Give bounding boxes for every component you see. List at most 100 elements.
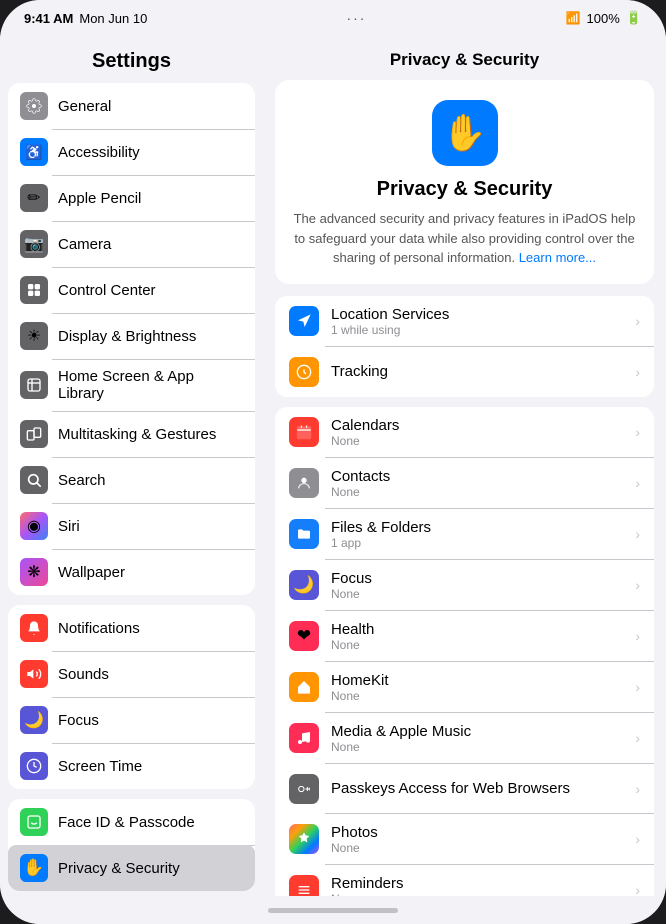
health-text: Health None — [331, 621, 631, 652]
list-item-reminders[interactable]: Reminders None › — [275, 865, 654, 897]
multitasking-icon — [20, 420, 48, 448]
sidebar-item-search[interactable]: Search — [8, 457, 255, 503]
status-bar: 9:41 AM Mon Jun 10 ··· 📶 100% 🔋 — [0, 0, 666, 36]
sidebar-item-siri[interactable]: ◉ Siri — [8, 503, 255, 549]
sidebar-item-privacy-security[interactable]: ✋ Privacy & Security — [8, 845, 255, 891]
homekit-text: HomeKit None — [331, 672, 631, 703]
display-icon: ☀ — [20, 322, 48, 350]
sidebar-label-screen-time: Screen Time — [58, 758, 142, 775]
homekit-chevron: › — [635, 679, 640, 695]
sounds-icon — [20, 660, 48, 688]
home-screen-icon — [20, 371, 48, 399]
files-folders-label: Files & Folders — [331, 519, 631, 536]
list-item-homekit[interactable]: HomeKit None › — [275, 662, 654, 713]
list-item-calendars[interactable]: Calendars None › — [275, 407, 654, 458]
reminders-sublabel: None — [331, 892, 631, 897]
battery-icon: 🔋 — [626, 10, 642, 26]
sidebar-item-screen-time[interactable]: Screen Time — [8, 743, 255, 789]
sidebar-item-home-screen[interactable]: Home Screen & App Library — [8, 359, 255, 411]
sidebar-group-3: Face ID & Passcode ✋ Privacy & Security — [8, 799, 255, 891]
sidebar-item-face-id[interactable]: Face ID & Passcode — [8, 799, 255, 845]
sidebar-item-control-center[interactable]: Control Center — [8, 267, 255, 313]
home-bar — [268, 908, 398, 913]
contacts-sublabel: None — [331, 485, 631, 499]
sidebar-label-notifications: Notifications — [58, 620, 140, 637]
sidebar-item-wallpaper[interactable]: ❋ Wallpaper — [8, 549, 255, 595]
right-panel: Privacy & Security ✋ Privacy & Security … — [263, 36, 666, 896]
sidebar-item-notifications[interactable]: Notifications — [8, 605, 255, 651]
sidebar: Settings General ♿ Accessibility — [0, 36, 263, 896]
list-item-passkeys[interactable]: Passkeys Access for Web Browsers › — [275, 764, 654, 814]
list-item-location-services[interactable]: Location Services 1 while using › — [275, 296, 654, 347]
calendars-sublabel: None — [331, 434, 631, 448]
list-item-tracking[interactable]: Tracking › — [275, 347, 654, 397]
photos-chevron: › — [635, 831, 640, 847]
list-item-photos[interactable]: Photos None › — [275, 814, 654, 865]
apple-pencil-icon: ✏ — [20, 184, 48, 212]
sidebar-item-multitasking[interactable]: Multitasking & Gestures — [8, 411, 255, 457]
battery-status: 100% — [587, 11, 620, 26]
reminders-chevron: › — [635, 882, 640, 896]
homekit-icon — [289, 672, 319, 702]
list-item-media-music[interactable]: Media & Apple Music None › — [275, 713, 654, 764]
health-sublabel: None — [331, 638, 631, 652]
status-date: Mon Jun 10 — [79, 11, 147, 26]
privacy-security-icon: ✋ — [20, 854, 48, 882]
wallpaper-icon: ❋ — [20, 558, 48, 586]
files-folders-sublabel: 1 app — [331, 536, 631, 550]
sidebar-item-focus[interactable]: 🌙 Focus — [8, 697, 255, 743]
list-item-focus-r[interactable]: 🌙 Focus None › — [275, 560, 654, 611]
photos-icon — [289, 824, 319, 854]
sidebar-label-general: General — [58, 98, 111, 115]
camera-icon: 📷 — [20, 230, 48, 258]
files-folders-text: Files & Folders 1 app — [331, 519, 631, 550]
sidebar-item-accessibility[interactable]: ♿ Accessibility — [8, 129, 255, 175]
device-frame: 9:41 AM Mon Jun 10 ··· 📶 100% 🔋 Settings — [0, 0, 666, 924]
passkeys-chevron: › — [635, 781, 640, 797]
location-services-sublabel: 1 while using — [331, 323, 631, 337]
status-right: 📶 100% 🔋 — [566, 10, 642, 26]
sidebar-label-accessibility: Accessibility — [58, 144, 140, 161]
sidebar-group-2: Notifications Sounds 🌙 Focus — [8, 605, 255, 789]
sidebar-item-general[interactable]: General — [8, 83, 255, 129]
reminders-label: Reminders — [331, 875, 631, 892]
list-item-contacts[interactable]: Contacts None › — [275, 458, 654, 509]
wifi-icon: 📶 — [566, 11, 581, 25]
accessibility-icon: ♿ — [20, 138, 48, 166]
homekit-sublabel: None — [331, 689, 631, 703]
general-icon — [20, 92, 48, 120]
sidebar-item-display[interactable]: ☀ Display & Brightness — [8, 313, 255, 359]
learn-more-link[interactable]: Learn more... — [519, 250, 596, 265]
privacy-card-icon: ✋ — [432, 100, 498, 166]
location-services-icon — [289, 306, 319, 336]
tracking-label: Tracking — [331, 363, 631, 380]
media-music-sublabel: None — [331, 740, 631, 754]
siri-icon: ◉ — [20, 512, 48, 540]
passkeys-label: Passkeys Access for Web Browsers — [331, 780, 631, 797]
contacts-icon — [289, 468, 319, 498]
privacy-card-desc: The advanced security and privacy featur… — [291, 209, 638, 268]
focus-r-text: Focus None — [331, 570, 631, 601]
search-icon — [20, 466, 48, 494]
tracking-chevron: › — [635, 364, 640, 380]
sidebar-item-sounds[interactable]: Sounds — [8, 651, 255, 697]
photos-label: Photos — [331, 824, 631, 841]
files-folders-icon — [289, 519, 319, 549]
sidebar-label-display: Display & Brightness — [58, 328, 196, 345]
media-music-text: Media & Apple Music None — [331, 723, 631, 754]
list-item-files-folders[interactable]: Files & Folders 1 app › — [275, 509, 654, 560]
sidebar-scroll: General ♿ Accessibility ✏ Apple Pencil 📷… — [0, 83, 263, 896]
media-music-chevron: › — [635, 730, 640, 746]
contacts-text: Contacts None — [331, 468, 631, 499]
media-music-label: Media & Apple Music — [331, 723, 631, 740]
list-item-health[interactable]: ❤ Health None › — [275, 611, 654, 662]
sidebar-item-camera[interactable]: 📷 Camera — [8, 221, 255, 267]
right-group-location: Location Services 1 while using › Tracki… — [275, 296, 654, 397]
sidebar-label-search: Search — [58, 472, 106, 489]
sidebar-label-siri: Siri — [58, 518, 80, 535]
sidebar-item-apple-pencil[interactable]: ✏ Apple Pencil — [8, 175, 255, 221]
sidebar-label-face-id: Face ID & Passcode — [58, 814, 195, 831]
passkeys-icon — [289, 774, 319, 804]
sidebar-label-wallpaper: Wallpaper — [58, 564, 125, 581]
focus-r-icon: 🌙 — [289, 570, 319, 600]
